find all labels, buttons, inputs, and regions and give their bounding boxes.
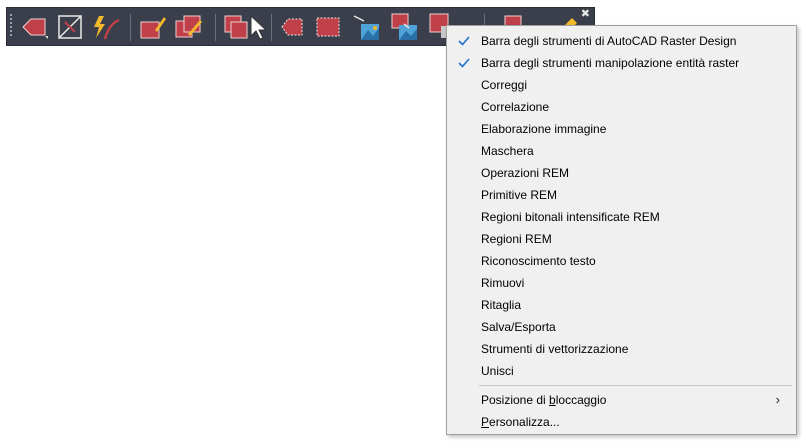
menu-item-label: Regioni REM	[481, 232, 552, 246]
image-export-icon[interactable]	[389, 12, 419, 42]
menu-item-label: Rimuovi	[481, 276, 525, 290]
menu-item-operazioni-rem[interactable]: Operazioni REM	[449, 162, 794, 184]
menu-item-label: Correlazione	[481, 100, 550, 114]
menu-item-raster-entity-manipulation-toolbar[interactable]: Barra degli strumenti manipolazione enti…	[449, 52, 794, 74]
menu-item-posizione-bloccaggio[interactable]: Posizione di bloccaggio ›	[449, 389, 794, 411]
menu-item-maschera[interactable]: Maschera	[449, 140, 794, 162]
menu-item-label: Barra degli strumenti manipolazione enti…	[481, 56, 740, 70]
checkmark-icon	[458, 36, 470, 46]
menu-item-elaborazione-immagine[interactable]: Elaborazione immagine	[449, 118, 794, 140]
menu-item-label: Ritaglia	[481, 298, 522, 312]
menu-item-label: Maschera	[481, 144, 534, 158]
menu-item-correggi[interactable]: Correggi	[449, 74, 794, 96]
polygon-region-icon[interactable]	[277, 12, 307, 42]
menu-item-label: Regioni bitonali intensificate REM	[481, 210, 660, 224]
menu-item-label: Posizione di bloccaggio	[481, 393, 607, 407]
menu-item-label: Unisci	[481, 364, 514, 378]
menu-item-regioni-bitonali-rem[interactable]: Regioni bitonali intensificate REM	[449, 206, 794, 228]
rubbersheet-icon[interactable]	[137, 12, 167, 42]
pencil-edit-icon[interactable]	[173, 12, 203, 42]
menu-item-personalizza[interactable]: Personalizza...	[449, 411, 794, 433]
menu-item-correlazione[interactable]: Correlazione	[449, 96, 794, 118]
menu-item-primitive-rem[interactable]: Primitive REM	[449, 184, 794, 206]
menu-item-label: Operazioni REM	[481, 166, 570, 180]
menu-item-label: Primitive REM	[481, 188, 558, 202]
image-arrow-icon[interactable]	[351, 12, 381, 42]
toolbar-close-icon[interactable]: ✖	[581, 9, 590, 20]
menu-item-label: Personalizza...	[481, 415, 560, 429]
menu-item-regioni-rem[interactable]: Regioni REM	[449, 228, 794, 250]
menu-separator	[479, 385, 792, 386]
menu-item-label: Salva/Esporta	[481, 320, 556, 334]
menu-item-unisci[interactable]: Unisci	[449, 360, 794, 382]
menu-item-label: Strumenti di vettorizzazione	[481, 342, 629, 356]
toolbar-separator	[215, 14, 216, 41]
menu-item-salva-esporta[interactable]: Salva/Esporta	[449, 316, 794, 338]
toolbar-context-menu: Barra degli strumenti di AutoCAD Raster …	[446, 25, 797, 435]
toolbar-grip[interactable]	[10, 14, 13, 40]
checkmark-icon	[458, 58, 470, 68]
rectangle-region-icon[interactable]	[313, 12, 343, 42]
insert-image-icon[interactable]	[19, 12, 49, 42]
menu-item-rimuovi[interactable]: Rimuovi	[449, 272, 794, 294]
menu-item-autocad-raster-design-toolbar[interactable]: Barra degli strumenti di AutoCAD Raster …	[449, 30, 794, 52]
toolbar-separator	[271, 14, 272, 41]
correlate-icon[interactable]	[91, 12, 121, 42]
menu-item-riconoscimento-testo[interactable]: Riconoscimento testo	[449, 250, 794, 272]
menu-item-label: Barra degli strumenti di AutoCAD Raster …	[481, 34, 737, 48]
menu-item-strumenti-vettorizzazione[interactable]: Strumenti di vettorizzazione	[449, 338, 794, 360]
image-frame-icon[interactable]	[55, 12, 85, 42]
menu-item-ritaglia[interactable]: Ritaglia	[449, 294, 794, 316]
submenu-arrow-icon: ›	[775, 392, 780, 407]
menu-item-label: Riconoscimento testo	[481, 254, 596, 268]
toolbar-separator	[130, 14, 131, 41]
menu-item-label: Elaborazione immagine	[481, 122, 607, 136]
menu-item-label: Correggi	[481, 78, 528, 92]
